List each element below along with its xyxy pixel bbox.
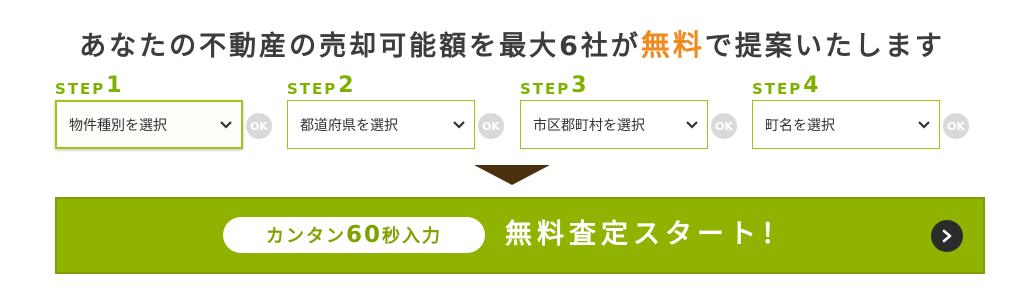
town-select[interactable]: 町名を選択 xyxy=(752,100,940,149)
step-3: STEP 3 市区郡町村を選択 OK xyxy=(520,72,752,152)
prefecture-select[interactable]: 都道府県を選択 xyxy=(287,100,475,149)
chevron-down-icon xyxy=(444,120,474,129)
step-4-label: STEP 4 xyxy=(752,72,819,99)
ok-badge: OK xyxy=(943,113,969,139)
step-word: STEP xyxy=(520,80,571,98)
quick-input-pill: カンタン 60 秒入力 xyxy=(223,217,485,253)
step-2: STEP 2 都道府県を選択 OK xyxy=(287,72,519,152)
step-word: STEP xyxy=(287,80,338,98)
chevron-down-icon xyxy=(909,120,939,129)
start-assessment-button[interactable]: カンタン 60 秒入力 無料査定スタート！ xyxy=(55,197,985,274)
headline: あなたの不動産の売却可能額を最大6社が無料で提案いたします xyxy=(0,22,1024,64)
pill-suffix: 秒入力 xyxy=(382,226,442,247)
step-number: 1 xyxy=(106,73,122,98)
select-label: 市区郡町村を選択 xyxy=(533,117,645,134)
city-select[interactable]: 市区郡町村を選択 xyxy=(520,100,708,149)
step-number: 4 xyxy=(803,73,819,98)
cta-title: 無料査定スタート！ xyxy=(505,219,793,250)
step-word: STEP xyxy=(752,80,803,98)
ok-badge: OK xyxy=(246,113,272,139)
select-label: 町名を選択 xyxy=(765,117,835,134)
step-word: STEP xyxy=(55,80,106,98)
select-label: 物件種別を選択 xyxy=(69,117,167,134)
step-number: 3 xyxy=(571,73,587,98)
step-1: STEP 1 物件種別を選択 OK xyxy=(55,72,287,152)
property-type-select[interactable]: 物件種別を選択 xyxy=(55,100,243,149)
step-number: 2 xyxy=(338,73,354,98)
select-label: 都道府県を選択 xyxy=(300,117,398,134)
chevron-down-icon xyxy=(211,120,241,129)
triangle-down-icon xyxy=(474,165,550,185)
step-3-label: STEP 3 xyxy=(520,72,587,99)
step-2-label: STEP 2 xyxy=(287,72,354,99)
step-4: STEP 4 町名を選択 OK xyxy=(752,72,984,152)
headline-highlight: 無料 xyxy=(640,28,705,62)
pill-prefix: カンタン xyxy=(265,226,346,247)
step-selectors: STEP 1 物件種別を選択 OK STEP 2 都道府県を選択 OK STEP 3 … xyxy=(55,72,985,152)
chevron-down-icon xyxy=(677,120,707,129)
ok-badge: OK xyxy=(478,113,504,139)
ok-badge: OK xyxy=(711,113,737,139)
pill-number: 60 xyxy=(345,222,382,248)
chevron-right-icon xyxy=(931,220,963,252)
step-1-label: STEP 1 xyxy=(55,72,122,99)
headline-text: あなたの不動産の売却可能額を最大6社が xyxy=(79,31,641,62)
headline-text-end: で提案いたします xyxy=(704,31,945,62)
